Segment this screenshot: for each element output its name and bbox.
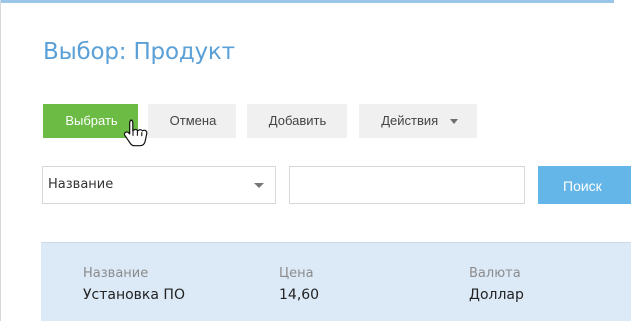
page-title: Выбор: Продукт [43, 39, 235, 65]
search-button[interactable]: Поиск [538, 166, 631, 204]
price-column-label: Цена [279, 266, 314, 281]
search-field-select[interactable]: Название [42, 166, 276, 204]
add-button[interactable]: Добавить [247, 104, 347, 138]
actions-button[interactable]: Действия [359, 104, 477, 138]
cancel-button[interactable]: Отмена [148, 104, 236, 138]
chevron-down-icon [254, 183, 264, 188]
product-name-value: Установка ПО [83, 287, 185, 303]
top-accent-line [1, 0, 614, 3]
search-field-select-value: Название [48, 177, 114, 192]
currency-column-label: Валюта [469, 266, 521, 281]
name-column-label: Название [83, 266, 149, 281]
lookup-dialog: Выбор: Продукт Выбрать Отмена Добавить Д… [0, 0, 631, 321]
search-result-row[interactable]: Название Цена Валюта Установка ПО 14,60 … [41, 242, 631, 321]
pointer-hand-icon [123, 119, 148, 147]
product-currency-value: Доллар [469, 287, 524, 303]
product-price-value: 14,60 [279, 287, 320, 303]
actions-button-label: Действия [381, 113, 439, 128]
chevron-down-icon [449, 119, 458, 125]
search-input[interactable] [289, 166, 525, 204]
